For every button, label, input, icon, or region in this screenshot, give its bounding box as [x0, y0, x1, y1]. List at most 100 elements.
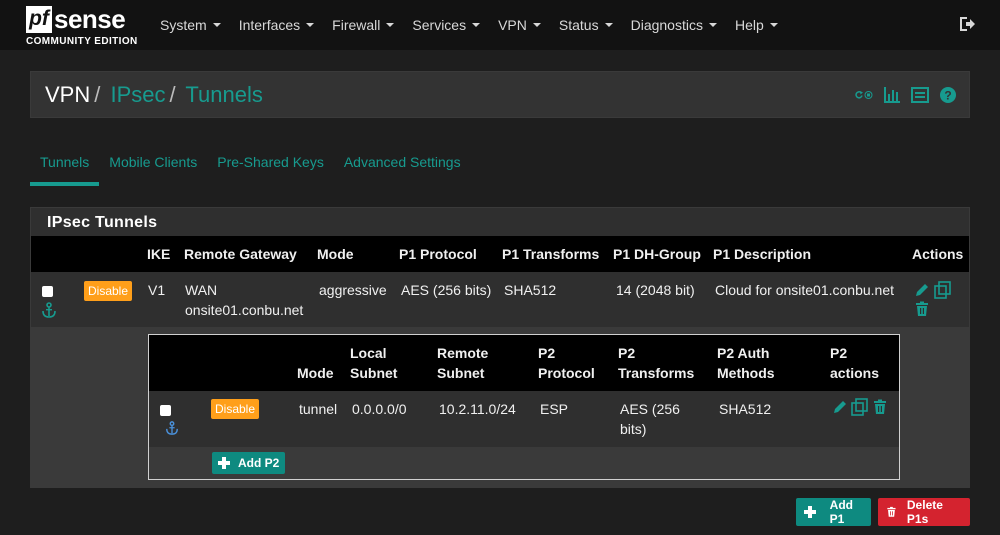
- restart-icon[interactable]: [855, 86, 873, 104]
- p2-remote-subnet: 10.2.11.0/24: [439, 401, 516, 417]
- main-menu: System Interfaces Firewall Services VPN …: [160, 0, 796, 50]
- logo-edition: COMMUNITY EDITION: [26, 36, 138, 47]
- delete-p1s-button[interactable]: Delete P1s: [878, 498, 970, 526]
- p2-col-actions-1: P2: [830, 345, 848, 361]
- add-p2-button[interactable]: Add P2: [212, 452, 286, 474]
- trash-icon[interactable]: [914, 301, 930, 317]
- menu-firewall[interactable]: Firewall: [332, 17, 395, 33]
- plus-icon: [218, 457, 230, 469]
- menu-label: Services: [412, 17, 467, 33]
- breadcrumb-tunnels[interactable]: Tunnels: [185, 82, 262, 107]
- anchor-icon[interactable]: [41, 302, 57, 318]
- p1-description: Cloud for onsite01.conbu.net: [715, 282, 895, 298]
- trash-icon[interactable]: [872, 399, 888, 415]
- p1-disable-button[interactable]: Disable: [84, 281, 133, 301]
- menu-vpn[interactable]: VPN: [498, 17, 541, 33]
- svg-text:?: ?: [944, 89, 951, 103]
- p1-select-checkbox[interactable]: [42, 286, 53, 297]
- menu-label: Interfaces: [238, 17, 301, 33]
- tab-advanced-settings[interactable]: Advanced Settings: [334, 148, 471, 186]
- p1-transforms: SHA512: [504, 282, 557, 298]
- p2-col-auth-2: Methods: [717, 365, 775, 381]
- p2-col-auth-1: P2 Auth: [717, 345, 770, 361]
- p2-col-protocol-2: Protocol: [538, 365, 595, 381]
- p2-col-local-subnet-2: Subnet: [350, 365, 398, 381]
- anchor-icon[interactable]: [165, 421, 179, 435]
- col-p1-transforms: P1 Transforms: [502, 246, 600, 262]
- tab-mobile-clients[interactable]: Mobile Clients: [99, 148, 207, 186]
- p2-select-checkbox[interactable]: [160, 405, 171, 416]
- menu-interfaces[interactable]: Interfaces: [238, 17, 315, 33]
- help-icon[interactable]: ?: [939, 86, 957, 104]
- trash-icon: [887, 506, 896, 517]
- status-graph-icon[interactable]: [883, 86, 901, 104]
- menu-label: Diagnostics: [630, 17, 703, 33]
- p2-protocol: ESP: [540, 401, 569, 417]
- col-p1-dh-group: P1 DH-Group: [613, 246, 701, 262]
- col-remote-gateway: Remote Gateway: [184, 246, 297, 262]
- logo-sense: sense: [54, 4, 126, 34]
- copy-icon[interactable]: [851, 398, 869, 416]
- col-actions: Actions: [912, 246, 964, 262]
- p2-col-actions-2: actions: [830, 365, 880, 381]
- breadcrumb-root: VPN: [45, 82, 91, 107]
- edit-pencil-icon[interactable]: [832, 399, 848, 415]
- breadcrumb: VPN / IPsec / Tunnels: [45, 82, 263, 108]
- menu-label: Firewall: [332, 17, 381, 33]
- header-icons: ?: [855, 86, 957, 104]
- p2-local-subnet: 0.0.0.0/0: [352, 401, 407, 417]
- p1-mode: aggressive: [319, 282, 387, 298]
- p2-col-transforms-1: P2: [618, 345, 636, 361]
- p2-col-remote-subnet-1: Remote: [437, 345, 489, 361]
- col-p1-description: P1 Description: [713, 246, 812, 262]
- menu-label: Status: [558, 17, 599, 33]
- logo-pf: pf: [26, 6, 52, 33]
- p2-col-transforms-2: Transforms: [618, 365, 695, 381]
- edit-pencil-icon[interactable]: [914, 282, 930, 298]
- p1-row: Disable V1 WAN onsite01.conbu.net aggres…: [31, 272, 969, 327]
- chevron-down-icon: [472, 23, 481, 27]
- pfsense-logo[interactable]: pf sense COMMUNITY EDITION: [26, 4, 144, 47]
- p2-mode: tunnel: [299, 401, 338, 417]
- p2-disable-button[interactable]: Disable: [211, 399, 260, 419]
- breadcrumb-ipsec[interactable]: IPsec: [111, 82, 166, 107]
- top-navbar: pf sense COMMUNITY EDITION System Interf…: [0, 0, 1000, 50]
- menu-system[interactable]: System: [160, 17, 221, 33]
- logout-icon[interactable]: [958, 15, 976, 33]
- p2-col-protocol-1: P2: [538, 345, 556, 361]
- menu-diagnostics[interactable]: Diagnostics: [631, 17, 717, 33]
- copy-icon[interactable]: [934, 281, 952, 299]
- p1-protocol: AES (256 bits): [401, 282, 492, 298]
- ipsec-tunnels-panel: IPsec Tunnels IKE Remote Gateway Mode P1…: [30, 207, 970, 488]
- panel-title: IPsec Tunnels: [47, 214, 158, 231]
- col-ike: IKE: [147, 246, 171, 262]
- add-p1-button[interactable]: Add P1: [796, 498, 871, 526]
- log-list-icon[interactable]: [911, 86, 929, 104]
- col-mode: Mode: [317, 246, 354, 262]
- p1-dh-group: 14 (2048 bit): [616, 282, 695, 298]
- p1-table-header: IKE Remote Gateway Mode P1 Protocol P1 T…: [31, 236, 969, 272]
- menu-services[interactable]: Services: [412, 17, 481, 33]
- menu-label: Help: [734, 17, 764, 33]
- p2-transforms-1: AES (256: [620, 401, 680, 417]
- p1-gateway-iface: WAN: [185, 282, 218, 298]
- p2-col-mode: Mode: [297, 365, 334, 381]
- add-p1-label: Add P1: [829, 498, 853, 526]
- chevron-down-icon: [532, 23, 541, 27]
- p2-col-remote-subnet-2: Subnet: [437, 365, 485, 381]
- delete-p1s-label: Delete P1s: [906, 498, 943, 526]
- p2-table: Mode Local Subnet Remote Subnet P2 Proto…: [148, 334, 900, 480]
- plus-icon: [804, 506, 816, 518]
- menu-status[interactable]: Status: [559, 17, 613, 33]
- chevron-down-icon: [708, 23, 717, 27]
- p2-auth: SHA512: [719, 401, 772, 417]
- menu-help[interactable]: Help: [735, 17, 778, 33]
- chevron-down-icon: [386, 23, 395, 27]
- tab-pre-shared-keys[interactable]: Pre-Shared Keys: [207, 148, 334, 186]
- p2-table-header: Mode Local Subnet Remote Subnet P2 Proto…: [149, 335, 899, 391]
- tab-tunnels[interactable]: Tunnels: [30, 148, 100, 186]
- p1-ike: V1: [148, 282, 166, 298]
- chevron-down-icon: [604, 23, 613, 27]
- menu-label: VPN: [498, 17, 527, 33]
- chevron-down-icon: [306, 23, 315, 27]
